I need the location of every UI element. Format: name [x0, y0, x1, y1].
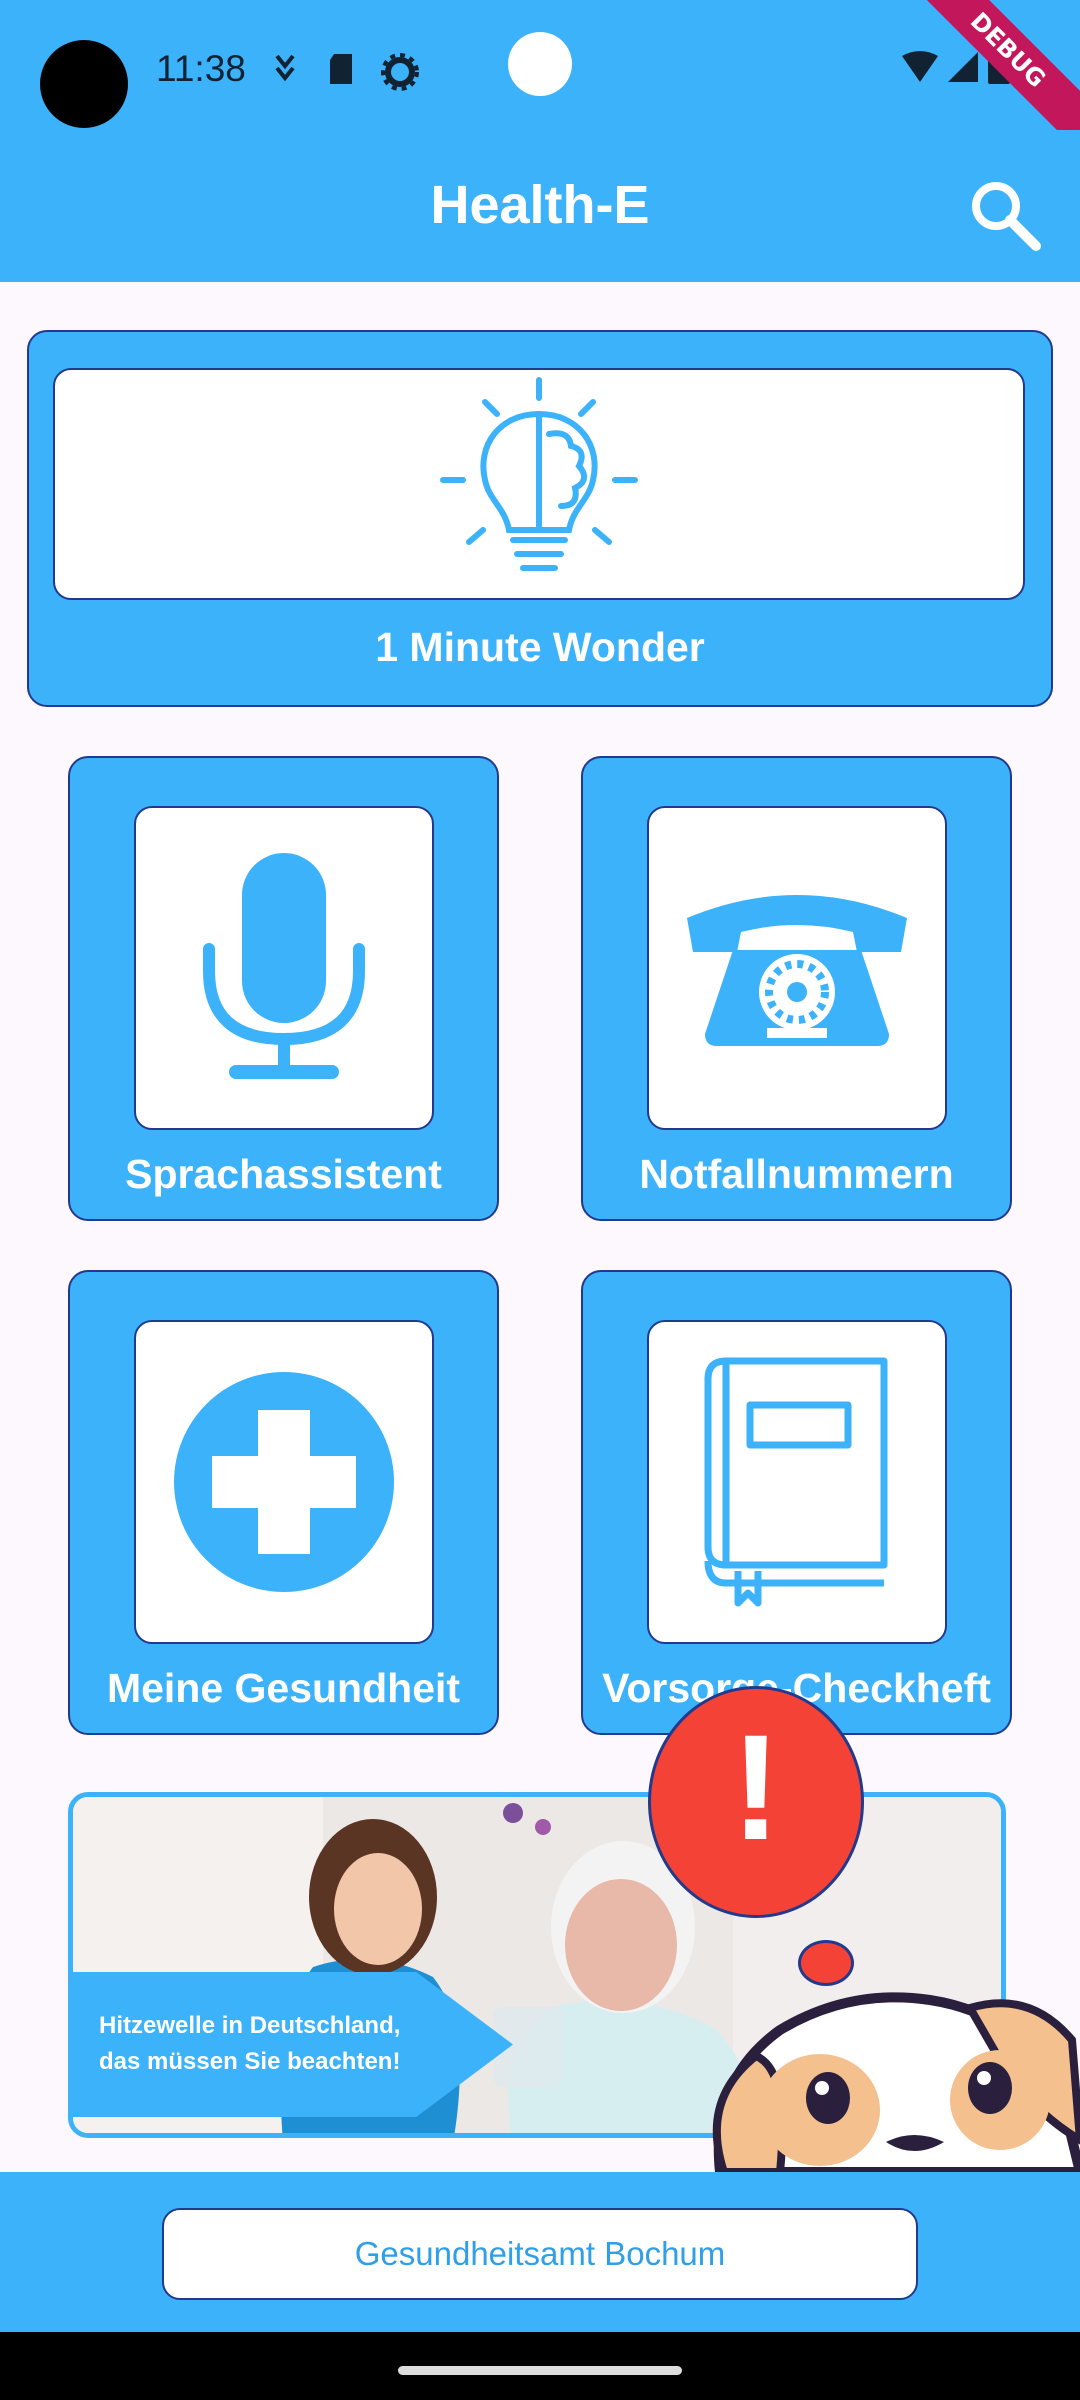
home-gesture-handle[interactable]: [398, 2366, 682, 2375]
tile-label: Notfallnummern: [639, 1151, 954, 1197]
tile-label: Sprachassistent: [125, 1151, 442, 1197]
feature-label: 1 Minute Wonder: [375, 624, 705, 670]
bottom-bar: Gesundheitsamt Bochum: [0, 2172, 1080, 2332]
tile-sprachassistent[interactable]: Sprachassistent: [68, 756, 499, 1221]
app-bar: Health-E: [0, 130, 1080, 282]
tile-icon-frame: [647, 806, 947, 1130]
feature-image-frame: [53, 368, 1025, 600]
status-bar: 11:38 DEBUG: [0, 0, 1080, 158]
search-icon[interactable]: [964, 174, 1044, 254]
app-title: Health-E: [430, 175, 650, 235]
camera-cutout: [40, 40, 128, 128]
lightbulb-brain-icon: [440, 377, 638, 571]
book-icon: [704, 1357, 888, 1607]
tile-notfallnummern[interactable]: Notfallnummern: [581, 756, 1012, 1221]
settings-gear-icon: [381, 53, 419, 91]
system-navigation-bar: [0, 2332, 1080, 2400]
banner-caption-line1: Hitzewelle in Deutschland,: [99, 2012, 401, 2039]
status-time: 11:38: [156, 48, 246, 89]
alert-bubble[interactable]: !: [648, 1686, 864, 1918]
banner-caption-line2: das müssen Sie beachten!: [99, 2048, 401, 2075]
tile-icon-frame: [134, 806, 434, 1130]
microphone-icon: [203, 853, 365, 1079]
medical-cross-icon: [174, 1372, 394, 1592]
sd-card-icon: [330, 54, 352, 84]
tile-meine-gesundheit[interactable]: Meine Gesundheit: [68, 1270, 499, 1735]
telephone-icon: [687, 895, 907, 1046]
tile-vorsorge-checkheft[interactable]: Vorsorge-Checkheft: [581, 1270, 1012, 1735]
front-camera: [508, 32, 572, 96]
location-pin-icon: [275, 54, 295, 82]
tile-icon-frame: [134, 1320, 434, 1644]
one-minute-wonder-card[interactable]: 1 Minute Wonder: [27, 330, 1053, 707]
exclamation-icon: !: [731, 1703, 781, 1871]
gesundheitsamt-button[interactable]: Gesundheitsamt Bochum: [162, 2208, 918, 2300]
dog-mascot-icon[interactable]: [700, 1960, 1080, 2172]
tile-label: Meine Gesundheit: [106, 1665, 461, 1711]
tile-icon-frame: [647, 1320, 947, 1644]
